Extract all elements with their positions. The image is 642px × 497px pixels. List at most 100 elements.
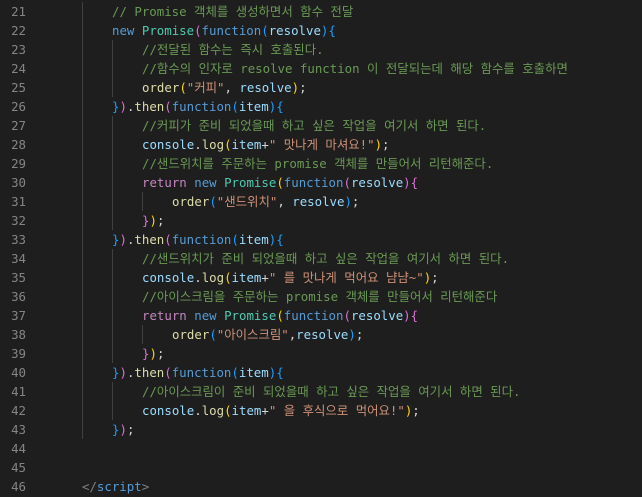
indent-guide: [112, 382, 113, 401]
code-token: +: [261, 403, 269, 418]
indent-guide: [112, 268, 113, 287]
code-text: return new Promise(function(resolve){: [142, 306, 418, 325]
code-token: new: [112, 23, 135, 38]
code-line[interactable]: 38 order("아이스크림",resolve);: [0, 325, 642, 344]
line-number: 46: [11, 479, 26, 494]
code-token: ): [348, 327, 356, 342]
code-line[interactable]: 35 console.log(item+" 를 맛나게 먹어요 냠냠~");: [0, 268, 642, 287]
code-line[interactable]: 32});: [0, 211, 642, 230]
code-line[interactable]: 31 order("샌드위치", resolve);: [0, 192, 642, 211]
code-token: then: [134, 365, 165, 380]
line-number: 28: [11, 137, 26, 152]
code-token: ;: [431, 270, 439, 285]
code-line[interactable]: 24 //함수의 인자로 resolve function 이 전달되는데 해당 …: [0, 59, 642, 78]
code-token: (: [231, 232, 239, 247]
code-token: resolve: [350, 175, 404, 190]
code-line[interactable]: 43});: [0, 420, 642, 439]
code-token: .: [194, 270, 202, 285]
line-number: 24: [11, 61, 26, 76]
code-line[interactable]: 39});: [0, 344, 642, 363]
code-token: +: [261, 137, 269, 152]
code-token: ;: [299, 80, 307, 95]
code-token: //샌드위치가 준비 되었을때 하고 싶은 작업을 여기서 하면 된다.: [142, 251, 510, 266]
code-token: (: [343, 308, 351, 323]
code-token: item: [238, 232, 269, 247]
code-line[interactable]: 46 </script>: [0, 477, 642, 496]
code-line[interactable]: 36 //아이스크림을 주문하는 promise 객체를 만들어서 리턴해준다: [0, 287, 642, 306]
code-line[interactable]: 30 return new Promise(function(resolve){: [0, 173, 642, 192]
code-text: });: [142, 344, 164, 363]
indent-guide: [82, 2, 83, 21]
code-token: item: [238, 99, 269, 114]
code-token: order: [172, 327, 210, 342]
indent-guide: [82, 287, 83, 306]
code-token: function: [283, 175, 344, 190]
code-text: new Promise(function(resolve){: [112, 21, 336, 40]
code-token: Promise: [141, 23, 195, 38]
code-token: (: [231, 365, 239, 380]
code-token: ;: [126, 422, 135, 437]
code-line[interactable]: 21 // Promise 객체를 생성하면서 함수 전달: [0, 2, 642, 21]
code-line[interactable]: 29 //샌드위치를 주문하는 promise 객체를 만들어서 리턴해준다.: [0, 154, 642, 173]
code-token: item: [231, 403, 262, 418]
code-token: (: [209, 194, 217, 209]
code-editor[interactable]: 21 // Promise 객체를 생성하면서 함수 전달 22 new Promis…: [0, 0, 642, 497]
indent-guide: [112, 59, 113, 78]
code-token: function: [171, 99, 232, 114]
indent-guide: [82, 97, 83, 116]
code-token: "샌드위치": [216, 194, 278, 209]
indent-guide: [112, 192, 113, 211]
code-token: new: [194, 308, 217, 323]
code-text: //전달된 함수는 즉시 호출된다.: [142, 40, 324, 59]
line-number: 30: [11, 175, 26, 190]
line-number: 26: [11, 99, 26, 114]
indent-guide: [112, 325, 113, 344]
code-line[interactable]: 25 order("커피", resolve);: [0, 78, 642, 97]
indent-guide: [82, 135, 83, 154]
code-token: ): [149, 346, 157, 361]
code-line[interactable]: 22 new Promise(function(resolve){: [0, 21, 642, 40]
line-number: 34: [11, 251, 26, 266]
code-text: </script>: [82, 477, 149, 496]
indent-guide: [82, 249, 83, 268]
code-line[interactable]: 42 console.log(item+" 을 후식으로 먹어요!");: [0, 401, 642, 420]
line-number: 32: [11, 213, 26, 228]
code-token: (: [194, 23, 202, 38]
line-number: 21: [11, 4, 26, 19]
code-token: " 맛나게 마셔요!": [268, 137, 375, 152]
code-token: (: [224, 403, 232, 418]
code-token: log: [201, 270, 225, 285]
code-line[interactable]: 45: [0, 458, 642, 477]
indent-guide: [82, 116, 83, 135]
code-line[interactable]: 40}).then(function(item){: [0, 363, 642, 382]
code-token: resolve: [296, 327, 349, 342]
code-token: item: [231, 137, 262, 152]
code-line[interactable]: 33}).then(function(item){: [0, 230, 642, 249]
code-token: ;: [351, 194, 360, 209]
code-line[interactable]: 28 console.log(item+" 맛나게 마셔요!");: [0, 135, 642, 154]
code-line[interactable]: 41 //아이스크림이 준비 되었을때 하고 싶은 작업을 여기서 하면 된다.: [0, 382, 642, 401]
code-token: // Promise 객체를 생성하면서 함수 전달: [112, 4, 354, 19]
code-line[interactable]: 23 //전달된 함수는 즉시 호출된다.: [0, 40, 642, 59]
line-number: 39: [11, 346, 26, 361]
indent-guide: [82, 325, 83, 344]
code-line[interactable]: 44: [0, 439, 642, 458]
code-text: //샌드위치가 준비 되었을때 하고 싶은 작업을 여기서 하면 된다.: [142, 249, 509, 268]
line-number: 22: [11, 23, 26, 38]
code-line[interactable]: 34 //샌드위치가 준비 되었을때 하고 싶은 작업을 여기서 하면 된다.: [0, 249, 642, 268]
indent-guide: [82, 59, 83, 78]
code-text: //아이스크림을 주문하는 promise 객체를 만들어서 리턴해준다: [142, 287, 497, 306]
line-number: 41: [11, 384, 26, 399]
indent-guide: [82, 363, 83, 382]
code-token: (: [261, 23, 269, 38]
code-text: //함수의 인자로 resolve function 이 전달되는데 해당 함수…: [142, 59, 568, 78]
line-number: 25: [11, 80, 26, 95]
code-line[interactable]: 26}).then(function(item){: [0, 97, 642, 116]
code-token: (: [276, 175, 284, 190]
indent-guide: [82, 230, 83, 249]
indent-guide: [112, 154, 113, 173]
code-line[interactable]: 37 return new Promise(function(resolve){: [0, 306, 642, 325]
code-token: " 을 후식으로 먹어요!": [268, 403, 405, 418]
code-line[interactable]: 27 //커피가 준비 되었을때 하고 싶은 작업을 여기서 하면 된다.: [0, 116, 642, 135]
